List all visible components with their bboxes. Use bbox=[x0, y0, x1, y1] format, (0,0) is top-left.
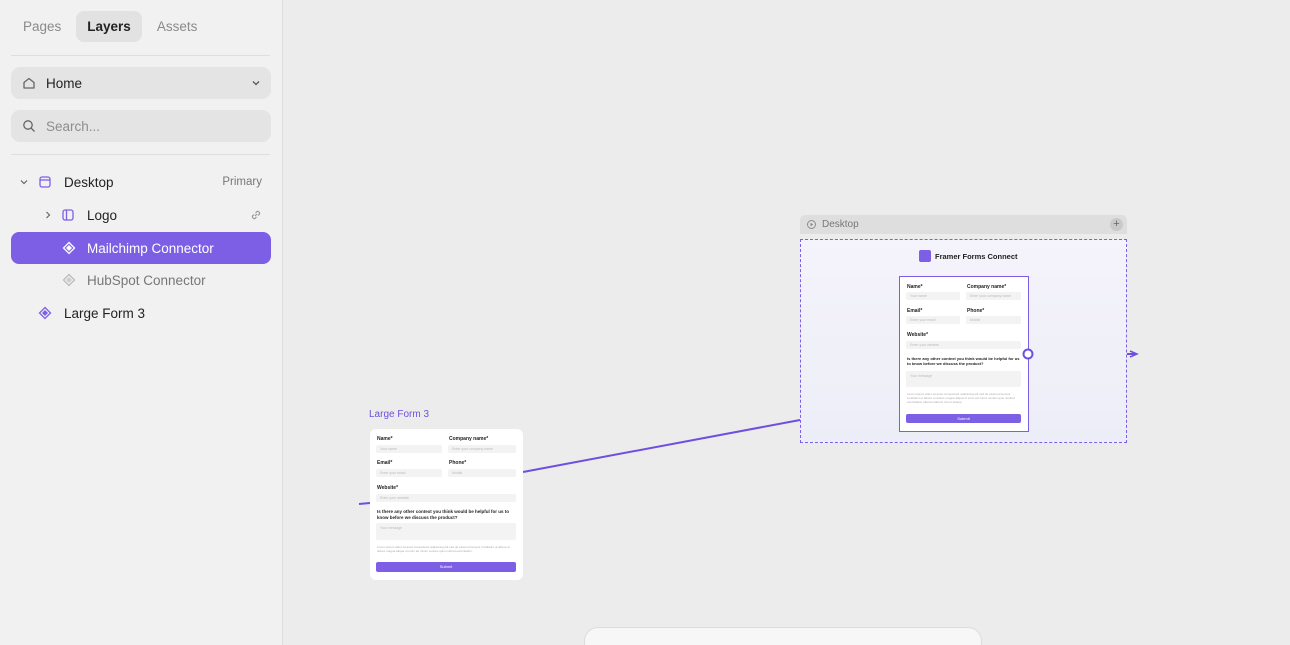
connector-line bbox=[358, 502, 371, 505]
name-input[interactable]: Your name bbox=[376, 445, 442, 453]
website-label: Website* bbox=[377, 485, 399, 491]
email-label: Email* bbox=[907, 308, 923, 314]
brand-logo-icon bbox=[919, 250, 931, 262]
email-input[interactable]: Enter your email bbox=[906, 316, 960, 324]
frame-header-label: Desktop bbox=[822, 219, 859, 230]
name-label: Name* bbox=[377, 436, 393, 442]
connector-line bbox=[522, 419, 801, 473]
phone-label: Phone* bbox=[449, 460, 467, 466]
phone-input[interactable]: Mobile bbox=[966, 316, 1021, 324]
submit-button[interactable]: Submit bbox=[376, 562, 516, 572]
website-label: Website* bbox=[907, 332, 929, 338]
brand-name: Framer Forms Connect bbox=[935, 251, 1018, 261]
phone-input[interactable]: Mobile bbox=[448, 469, 516, 477]
name-label: Name* bbox=[907, 284, 923, 290]
company-label: Company name* bbox=[449, 436, 489, 442]
bottom-toolbar[interactable] bbox=[584, 627, 982, 645]
website-input[interactable]: Enter your website bbox=[906, 341, 1021, 349]
fine-print: Lorem ipsum dolor sit amet consectetur a… bbox=[907, 392, 1015, 404]
company-input[interactable]: Enter your company name bbox=[966, 292, 1021, 300]
large-form-3[interactable]: Name* Your name Company name* Enter your… bbox=[370, 429, 523, 580]
company-label: Company name* bbox=[967, 284, 1007, 290]
submit-button[interactable]: Submit bbox=[906, 414, 1021, 423]
message-textarea[interactable]: Your message bbox=[906, 371, 1021, 387]
email-input[interactable]: Enter your email bbox=[376, 469, 442, 477]
name-input[interactable]: Your name bbox=[906, 292, 960, 300]
add-breakpoint-icon[interactable]: + bbox=[1110, 218, 1123, 231]
question-label: Is there any other context you think wou… bbox=[907, 356, 1020, 366]
email-label: Email* bbox=[377, 460, 393, 466]
frame-header-desktop[interactable]: Desktop + bbox=[800, 215, 1127, 234]
frame-title-large-form-3[interactable]: Large Form 3 bbox=[369, 409, 429, 420]
message-textarea[interactable]: Your message bbox=[376, 523, 516, 540]
brand: Framer Forms Connect bbox=[919, 250, 1018, 262]
company-input[interactable]: Enter your company name bbox=[448, 445, 516, 453]
website-input[interactable]: Enter your website bbox=[376, 494, 516, 502]
play-icon[interactable] bbox=[807, 220, 816, 229]
question-label: Is there any other context you think wou… bbox=[377, 509, 510, 520]
fine-print: Lorem ipsum dolor sit amet consectetur a… bbox=[377, 545, 510, 553]
phone-label: Phone* bbox=[967, 308, 985, 314]
desktop-form[interactable]: Name* Your name Company name* Enter your… bbox=[899, 276, 1029, 432]
